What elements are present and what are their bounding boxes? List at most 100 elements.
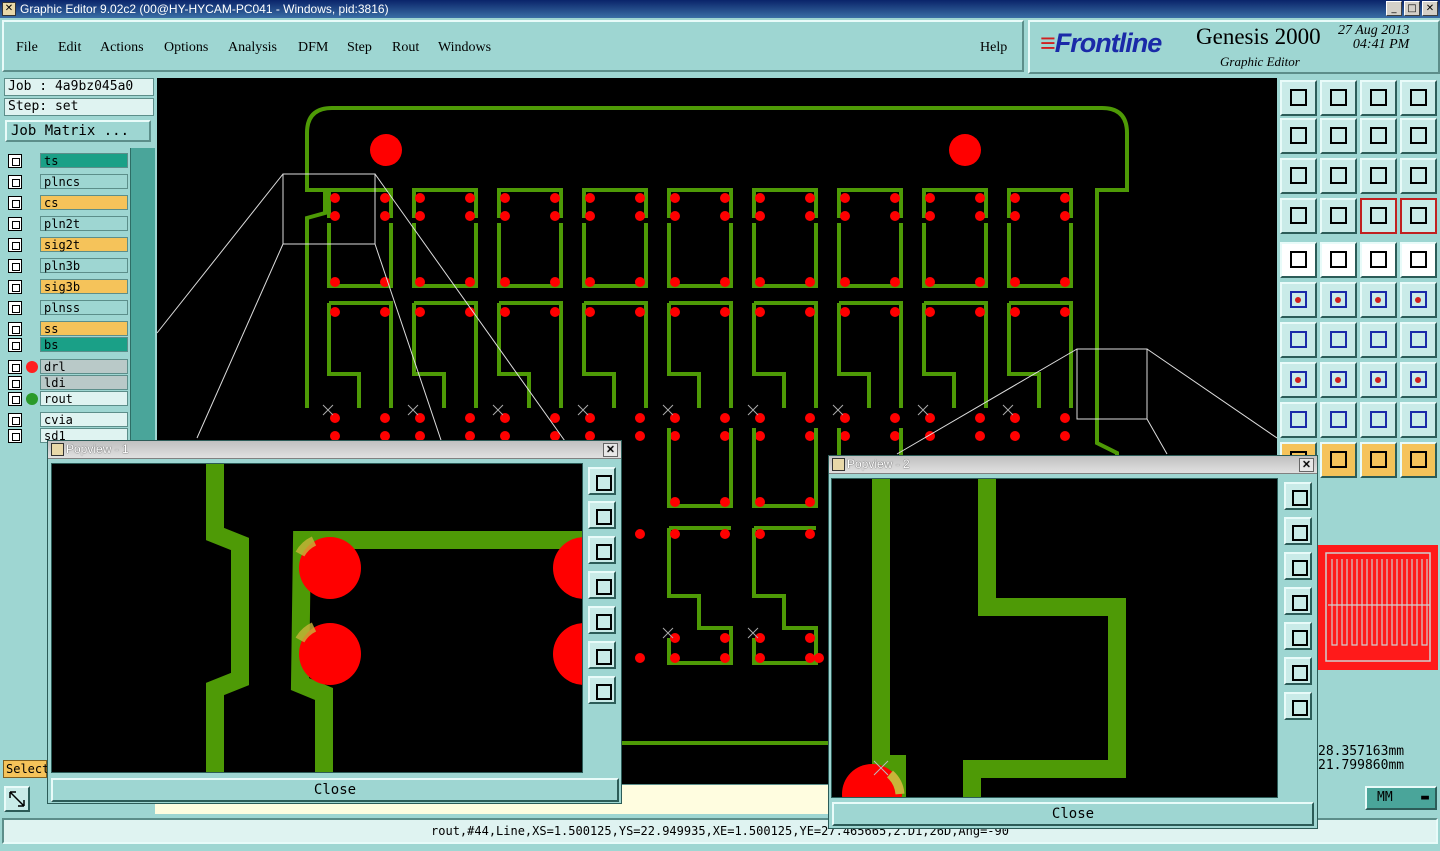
popview-pan-left-icon[interactable] xyxy=(588,571,616,599)
layer-row[interactable]: drl xyxy=(6,359,128,375)
layer-row[interactable]: cs xyxy=(6,195,128,211)
select-arrow-icon[interactable] xyxy=(1360,442,1397,478)
layer-checkbox[interactable] xyxy=(8,301,22,315)
popview-pan-down-icon[interactable] xyxy=(1284,552,1312,580)
arch-icon[interactable] xyxy=(1360,402,1397,438)
popview-zoom-in-icon[interactable] xyxy=(588,676,616,704)
menu-options[interactable]: Options xyxy=(164,40,208,56)
popview-pan-up-icon[interactable] xyxy=(588,501,616,529)
popview-zoom-in-icon[interactable] xyxy=(1284,692,1312,720)
popview-2-close-button[interactable]: Close xyxy=(832,802,1314,826)
layer-checkbox[interactable] xyxy=(8,413,22,427)
menu-step[interactable]: Step xyxy=(347,40,372,56)
layer-row[interactable]: cvia xyxy=(6,412,128,428)
flip-icon[interactable] xyxy=(1400,322,1437,358)
popview-zoom-icon[interactable] xyxy=(1284,482,1312,510)
popview-pan-right-icon[interactable] xyxy=(1284,622,1312,650)
question-icon[interactable] xyxy=(1400,158,1437,194)
snap-icon[interactable] xyxy=(1400,118,1437,154)
fit-all-icon[interactable] xyxy=(1280,158,1317,194)
menu-analysis[interactable]: Analysis xyxy=(228,40,277,56)
popview-pan-down-icon[interactable] xyxy=(588,536,616,564)
popview-zoom-out-icon[interactable] xyxy=(1284,657,1312,685)
layer-row[interactable]: ldi xyxy=(6,375,128,391)
popview-2-close-icon[interactable]: ✕ xyxy=(1299,458,1314,472)
layer-checkbox[interactable] xyxy=(8,322,22,336)
layer-checkbox[interactable] xyxy=(8,175,22,189)
menu-help[interactable]: Help xyxy=(980,40,1007,56)
layer-checkbox[interactable] xyxy=(8,238,22,252)
layer-checkbox[interactable] xyxy=(8,196,22,210)
home-icon[interactable] xyxy=(1360,80,1397,116)
pointer-icon[interactable] xyxy=(1320,442,1357,478)
pan-left-icon[interactable] xyxy=(1280,118,1317,154)
layer-checkbox[interactable] xyxy=(8,338,22,352)
measure-icon[interactable] xyxy=(1280,198,1317,234)
layer-checkbox[interactable] xyxy=(8,280,22,294)
feature-icon[interactable] xyxy=(1320,242,1357,278)
cross-icon[interactable] xyxy=(1320,282,1357,318)
ruler-icon[interactable] xyxy=(1360,242,1397,278)
select-mode-label[interactable]: Select xyxy=(3,760,49,778)
grid-icon[interactable] xyxy=(1320,198,1357,234)
layer-row[interactable]: sig3b xyxy=(6,279,128,295)
wave-icon[interactable] xyxy=(1400,402,1437,438)
dimension-icon[interactable] xyxy=(1360,362,1397,398)
menu-actions[interactable]: Actions xyxy=(100,40,144,56)
popview-pan-right-icon[interactable] xyxy=(588,606,616,634)
layer-checkbox[interactable] xyxy=(8,376,22,390)
slash-icon[interactable] xyxy=(1320,322,1357,358)
job-matrix-button[interactable]: Job Matrix ... xyxy=(5,120,151,142)
arc-icon[interactable] xyxy=(1360,322,1397,358)
layer-row[interactable]: sig2t xyxy=(6,237,128,253)
menu-file[interactable]: File xyxy=(16,40,38,56)
maximize-button[interactable]: □ xyxy=(1404,1,1420,16)
layer-row[interactable]: rout xyxy=(6,391,128,407)
layer-checkbox[interactable] xyxy=(8,360,22,374)
pad-icon[interactable] xyxy=(1400,242,1437,278)
layer-checkbox[interactable] xyxy=(8,217,22,231)
units-select[interactable]: MM ▬ xyxy=(1365,786,1437,810)
minus-icon[interactable] xyxy=(1320,362,1357,398)
draw-arrow-icon[interactable] xyxy=(1280,242,1317,278)
popview-zoom-icon[interactable] xyxy=(588,467,616,495)
line-edit-icon[interactable] xyxy=(1400,282,1437,318)
triangle-icon[interactable] xyxy=(1280,402,1317,438)
triangle-up-icon[interactable] xyxy=(1320,402,1357,438)
zoom-fit-icon[interactable] xyxy=(4,786,30,812)
menu-dfm[interactable]: DFM xyxy=(298,40,328,56)
layers-toggle-icon[interactable] xyxy=(1360,198,1397,234)
layer-checkbox[interactable] xyxy=(8,392,22,406)
popview-1-close-icon[interactable]: ✕ xyxy=(603,443,618,457)
layer-row[interactable]: ss xyxy=(6,321,128,337)
layer-row[interactable]: bs xyxy=(6,337,128,353)
layers-compare-icon[interactable] xyxy=(1400,198,1437,234)
center-icon[interactable] xyxy=(1320,158,1357,194)
line-select-icon[interactable] xyxy=(1360,282,1397,318)
net-icon[interactable] xyxy=(1280,282,1317,318)
menu-edit[interactable]: Edit xyxy=(58,40,81,56)
angle-icon[interactable] xyxy=(1280,322,1317,358)
layer-row[interactable]: pln2t xyxy=(6,216,128,232)
overview-thumbnail[interactable] xyxy=(1318,545,1438,670)
drill-icon[interactable] xyxy=(1280,362,1317,398)
popview-2-view[interactable] xyxy=(831,478,1278,798)
popview-1-close-button[interactable]: Close xyxy=(51,778,619,802)
layer-row[interactable]: plnss xyxy=(6,300,128,316)
split-view-icon[interactable] xyxy=(1400,80,1437,116)
close-window-button[interactable]: ✕ xyxy=(1422,1,1438,16)
popview-pan-left-icon[interactable] xyxy=(1284,587,1312,615)
menu-windows[interactable]: Windows xyxy=(438,40,491,56)
popview-1-view[interactable] xyxy=(51,463,583,773)
popview-zoom-out-icon[interactable] xyxy=(588,641,616,669)
layer-row[interactable]: ts xyxy=(6,153,128,169)
layer-checkbox[interactable] xyxy=(8,429,22,443)
layer-checkbox[interactable] xyxy=(8,154,22,168)
menu-rout[interactable]: Rout xyxy=(392,40,419,56)
scale-icon[interactable] xyxy=(1360,158,1397,194)
layer-row[interactable]: plncs xyxy=(6,174,128,190)
zoom-page-icon[interactable] xyxy=(1320,80,1357,116)
home-up-icon[interactable] xyxy=(1280,80,1317,116)
pan-right-icon[interactable] xyxy=(1320,118,1357,154)
minimize-button[interactable]: _ xyxy=(1386,1,1402,16)
